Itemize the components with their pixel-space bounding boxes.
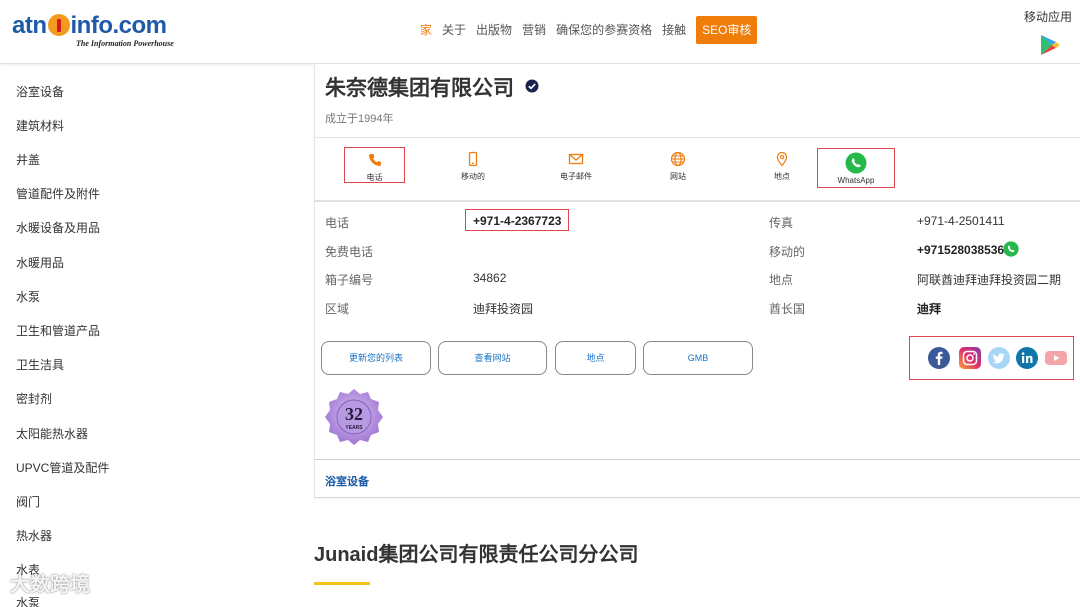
youtube-icon[interactable]: [1044, 347, 1068, 369]
area-label: 区域: [325, 302, 350, 316]
twitter-icon[interactable]: [988, 347, 1010, 369]
seo-audit-button[interactable]: SEO审核: [696, 16, 758, 44]
instagram-icon[interactable]: [959, 347, 981, 369]
action-location[interactable]: 地点: [761, 147, 803, 183]
badge-label: YEARS: [345, 425, 363, 431]
sidebar-item[interactable]: 卫生洁具: [16, 356, 64, 373]
update-listing-button[interactable]: 更新您的列表: [321, 341, 431, 375]
sidebar-item[interactable]: 水暖用品: [16, 254, 64, 271]
sidebar-item[interactable]: 水泵: [16, 288, 40, 305]
site-header: atn info.com The Information Powerhouse 家…: [0, 0, 1080, 64]
nav-item-marketing[interactable]: 营销: [522, 16, 546, 44]
pobox-value: 34862: [473, 271, 507, 285]
badge-years: 32: [345, 404, 363, 424]
globe-icon: [670, 151, 686, 167]
title-underline: [314, 582, 370, 585]
sidebar-item[interactable]: 建筑材料: [16, 117, 64, 134]
action-label: 电话: [366, 173, 383, 182]
google-play-icon[interactable]: [1040, 34, 1060, 56]
action-website[interactable]: 网站: [657, 147, 699, 183]
mobile-value[interactable]: +971528038536: [917, 243, 1004, 257]
sidebar-item[interactable]: 水暖设备及用品: [16, 219, 100, 236]
sidebar-item[interactable]: 太阳能热水器: [16, 425, 88, 442]
phone-icon: [368, 154, 381, 166]
sidebar-item[interactable]: 阀门: [16, 493, 40, 510]
tollfree-label: 免费电话: [325, 245, 374, 259]
action-phone[interactable]: 电话: [344, 147, 405, 183]
site-logo[interactable]: atn info.com The Information Powerhouse: [12, 12, 184, 52]
phone-value[interactable]: +971-4-2367723: [473, 214, 561, 228]
action-mobile[interactable]: 移动的: [443, 147, 503, 183]
mobile-app-label: 移动应用: [1023, 10, 1072, 24]
action-label: 地点: [774, 172, 790, 181]
logo-tagline: The Information Powerhouse: [76, 39, 174, 48]
nav-item-eligibility[interactable]: 确保您的参赛资格: [556, 16, 652, 44]
verified-icon: [525, 79, 539, 93]
gmb-button[interactable]: GMB: [643, 341, 753, 375]
phone-label: 电话: [325, 216, 350, 230]
sidebar-item[interactable]: 井盖: [16, 151, 40, 168]
action-label: 移动的: [461, 172, 485, 181]
whatsapp-icon[interactable]: [1003, 241, 1019, 257]
founded-year: 成立于1994年: [325, 113, 394, 125]
nav-item-contact[interactable]: 接触: [662, 16, 686, 44]
view-website-button[interactable]: 查看网站: [438, 341, 547, 375]
category-link[interactable]: 浴室设备: [325, 473, 369, 489]
location-button[interactable]: 地点: [555, 341, 636, 375]
sidebar-item[interactable]: 管道配件及附件: [16, 185, 100, 202]
emirate-value: 迪拜: [917, 302, 942, 316]
area-value: 迪拜投资园: [473, 302, 534, 316]
company-card: 朱奈德集团有限公司 成立于1994年 电话 移动的 电子邮件 网站 地点 Wha…: [314, 64, 1080, 498]
action-label: WhatsApp: [837, 176, 875, 185]
location-pin-icon: [776, 151, 788, 167]
facebook-icon[interactable]: [928, 347, 950, 369]
whatsapp-icon: [845, 152, 867, 174]
watermark-text: 大数跨境: [10, 574, 90, 596]
divider: [315, 137, 1080, 138]
linkedin-icon[interactable]: [1016, 347, 1038, 369]
sidebar-item[interactable]: 热水器: [16, 527, 52, 544]
mobile-icon: [468, 151, 478, 167]
location-value: 阿联酋迪拜迪拜投资园二期: [917, 273, 1062, 287]
years-badge-icon: 32 YEARS: [325, 389, 383, 445]
mobile-label: 移动的: [769, 245, 806, 259]
nav-item-publications[interactable]: 出版物: [476, 16, 512, 44]
divider: [315, 200, 1080, 202]
email-icon: [568, 153, 584, 165]
sidebar-item[interactable]: 浴室设备: [16, 83, 64, 100]
sidebar-item[interactable]: 卫生和管道产品: [16, 322, 100, 339]
emirate-label: 酋长国: [769, 302, 806, 316]
category-sidebar: 浴室设备 建筑材料 井盖 管道配件及附件 水暖设备及用品 水暖用品 水泵 卫生和…: [0, 64, 300, 607]
sidebar-item[interactable]: 密封剂: [16, 390, 52, 407]
sidebar-item[interactable]: UPVC管道及配件: [16, 459, 109, 476]
pobox-label: 箱子编号: [325, 273, 374, 287]
action-email[interactable]: 电子邮件: [550, 147, 602, 183]
company-name: 朱奈德集团有限公司: [325, 77, 514, 100]
action-whatsapp[interactable]: WhatsApp: [817, 148, 895, 188]
nav-item-home[interactable]: 家: [420, 16, 432, 44]
fax-value: +971-4-2501411: [917, 214, 1005, 228]
location-label: 地点: [769, 273, 794, 287]
fax-label: 传真: [769, 216, 794, 230]
divider: [315, 459, 1080, 460]
action-label: 电子邮件: [560, 172, 592, 181]
nav-item-about[interactable]: 关于: [442, 16, 466, 44]
action-label: 网站: [670, 172, 686, 181]
next-company-name[interactable]: Junaid集团公司有限责任公司分公司: [314, 538, 638, 567]
main-nav: 家 关于 出版物 营销 确保您的参赛资格 接触 SEO审核: [420, 16, 758, 44]
logo-wordmark: atn info.com: [12, 12, 167, 39]
